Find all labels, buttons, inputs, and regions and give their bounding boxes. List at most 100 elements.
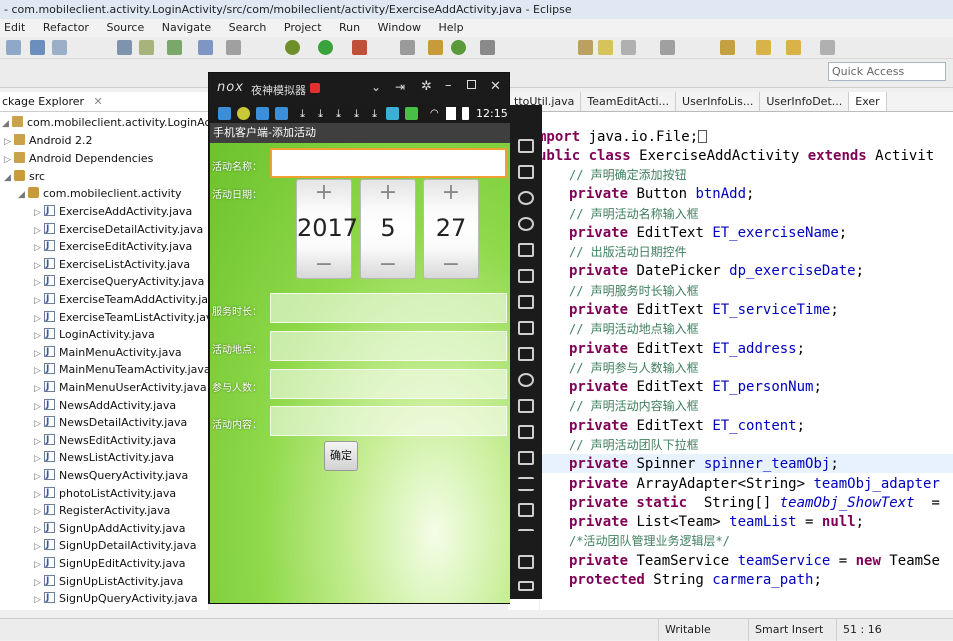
keyboard-icon[interactable] (518, 165, 534, 179)
tree-file[interactable]: ▷ NewsQueryActivity.java (34, 467, 188, 484)
expand-icon[interactable]: ▷ (34, 223, 44, 240)
tree-file[interactable]: ▷ SignUpListActivity.java (34, 573, 183, 590)
screen-icon[interactable] (518, 139, 534, 153)
tree-file[interactable]: ▷ NewsListActivity.java (34, 449, 174, 466)
pin-icon[interactable]: ⇥ (395, 80, 405, 94)
multi-window-icon[interactable] (518, 451, 534, 465)
year-picker[interactable]: + 2017 − (296, 179, 358, 279)
expand-icon[interactable]: ▷ (34, 363, 44, 380)
apk-icon[interactable] (518, 243, 534, 257)
tree-file[interactable]: ▷ ExerciseDetailActivity.java (34, 221, 203, 238)
menu-project[interactable]: Project (284, 21, 322, 34)
download-icon[interactable] (117, 40, 132, 55)
tree-file[interactable]: ▷ SignUpQueryActivity.java (34, 590, 198, 607)
external-tools-icon[interactable] (352, 40, 367, 55)
macro-icon[interactable] (518, 503, 534, 517)
expand-icon[interactable]: ▷ (34, 293, 44, 310)
expand-icon[interactable]: ▷ (34, 575, 44, 592)
expand-icon[interactable]: ▷ (34, 539, 44, 556)
save-icon[interactable] (30, 40, 45, 55)
expand-icon[interactable]: ▷ (34, 275, 44, 292)
tree-project[interactable]: ◢ com.mobileclient.activity.LoginActivity (2, 114, 208, 131)
tree-file[interactable]: ▷ SignUpEditActivity.java (34, 555, 185, 572)
day-picker[interactable]: + 27 − (423, 179, 479, 279)
maximize-icon[interactable] (467, 80, 476, 89)
debug-icon[interactable] (285, 40, 300, 55)
expand-icon[interactable]: ▷ (34, 258, 44, 275)
close-icon[interactable]: ✕ (490, 79, 501, 94)
expand-icon[interactable]: ▷ (34, 240, 44, 257)
tree-file[interactable]: ▷ RegisterActivity.java (34, 502, 170, 519)
tree-file[interactable]: ▷ LoginActivity.java (34, 326, 155, 343)
camera-icon[interactable] (518, 425, 534, 439)
task-icon[interactable] (167, 40, 182, 55)
lint-icon[interactable] (198, 40, 213, 55)
tree-file[interactable]: ▷ ExerciseAddActivity.java (34, 203, 192, 220)
highlight-icon[interactable] (598, 40, 613, 55)
tree-file[interactable]: ▷ ExerciseQueryActivity.java (34, 273, 204, 290)
year-increment-button[interactable]: + (297, 180, 351, 206)
shake-icon[interactable] (518, 399, 534, 413)
expand-icon[interactable]: ▷ (34, 557, 44, 574)
quick-access-input[interactable]: Quick Access (828, 62, 946, 81)
year-decrement-button[interactable]: − (297, 252, 351, 278)
expand-icon[interactable]: ▷ (34, 205, 44, 222)
next-icon[interactable] (820, 40, 835, 55)
expand-icon[interactable]: ▷ (34, 346, 44, 363)
tree-package[interactable]: ◢ com.mobileclient.activity (18, 185, 182, 202)
print-icon[interactable] (52, 40, 67, 55)
content-input[interactable] (270, 406, 507, 436)
tree-src[interactable]: ◢ src (4, 168, 45, 185)
expand-icon[interactable]: ▷ (4, 152, 14, 169)
run-icon[interactable] (318, 40, 333, 55)
expand-icon[interactable]: ▷ (34, 311, 44, 328)
tab-userinfodet[interactable]: UserInfoDet... (760, 92, 850, 111)
person-num-input[interactable] (270, 369, 507, 399)
recent-apps-icon[interactable] (518, 581, 534, 591)
annotation-icon[interactable] (720, 40, 735, 55)
month-increment-button[interactable]: + (361, 180, 415, 206)
sdk-icon[interactable] (139, 40, 154, 55)
home-icon[interactable] (518, 555, 534, 569)
collapse-icon[interactable]: ◢ (18, 187, 28, 204)
expand-icon[interactable]: ▷ (34, 592, 44, 609)
submit-button[interactable]: 确定 (324, 441, 358, 471)
package-explorer-tab[interactable]: ckage Explorer ✕ (0, 92, 208, 112)
close-icon[interactable]: ✕ (94, 95, 103, 108)
expand-icon[interactable]: ▷ (34, 469, 44, 486)
settings-icon[interactable]: ✲ (421, 79, 432, 94)
menu-navigate[interactable]: Navigate (162, 21, 211, 34)
new-icon[interactable] (6, 40, 21, 55)
new-package-icon[interactable] (428, 40, 443, 55)
layout-icon[interactable] (226, 40, 241, 55)
volume-down-icon[interactable] (518, 321, 534, 335)
tree-file[interactable]: ▷ ExerciseTeamAddActivity.java (34, 291, 208, 308)
collapse-icon[interactable]: ◢ (4, 170, 14, 187)
expand-icon[interactable]: ▷ (34, 399, 44, 416)
new-class-icon[interactable] (451, 40, 466, 55)
expand-icon[interactable]: ▷ (34, 487, 44, 504)
toggle-mark-icon[interactable] (578, 40, 593, 55)
tree-file[interactable]: ▷ SignUpDetailActivity.java (34, 537, 197, 554)
tree-file[interactable]: ▷ MainMenuActivity.java (34, 344, 182, 361)
tree-android-lib[interactable]: ▷ Android 2.2 (4, 132, 93, 149)
volume-up-icon[interactable] (518, 295, 534, 309)
tree-file[interactable]: ▷ ExerciseTeamListActivity.java (34, 309, 208, 326)
block-select-icon[interactable] (660, 40, 675, 55)
fullscreen-icon[interactable] (518, 269, 534, 283)
collapse-icon[interactable]: ◢ (2, 116, 12, 133)
menu-window[interactable]: Window (378, 21, 421, 34)
activity-name-input[interactable] (270, 148, 507, 178)
expand-icon[interactable]: ▷ (34, 451, 44, 468)
month-decrement-button[interactable]: − (361, 252, 415, 278)
back-icon[interactable] (518, 529, 534, 543)
menu-refactor[interactable]: Refactor (43, 21, 89, 34)
rotate-icon[interactable] (518, 347, 534, 361)
tree-file[interactable]: ▷ SignUpAddActivity.java (34, 520, 185, 537)
address-input[interactable] (270, 331, 507, 361)
back-icon[interactable] (756, 40, 771, 55)
menu-edit[interactable]: Edit (4, 21, 25, 34)
expand-icon[interactable]: ▷ (34, 416, 44, 433)
loading-icon[interactable] (518, 373, 534, 387)
expand-icon[interactable]: ▷ (34, 434, 44, 451)
